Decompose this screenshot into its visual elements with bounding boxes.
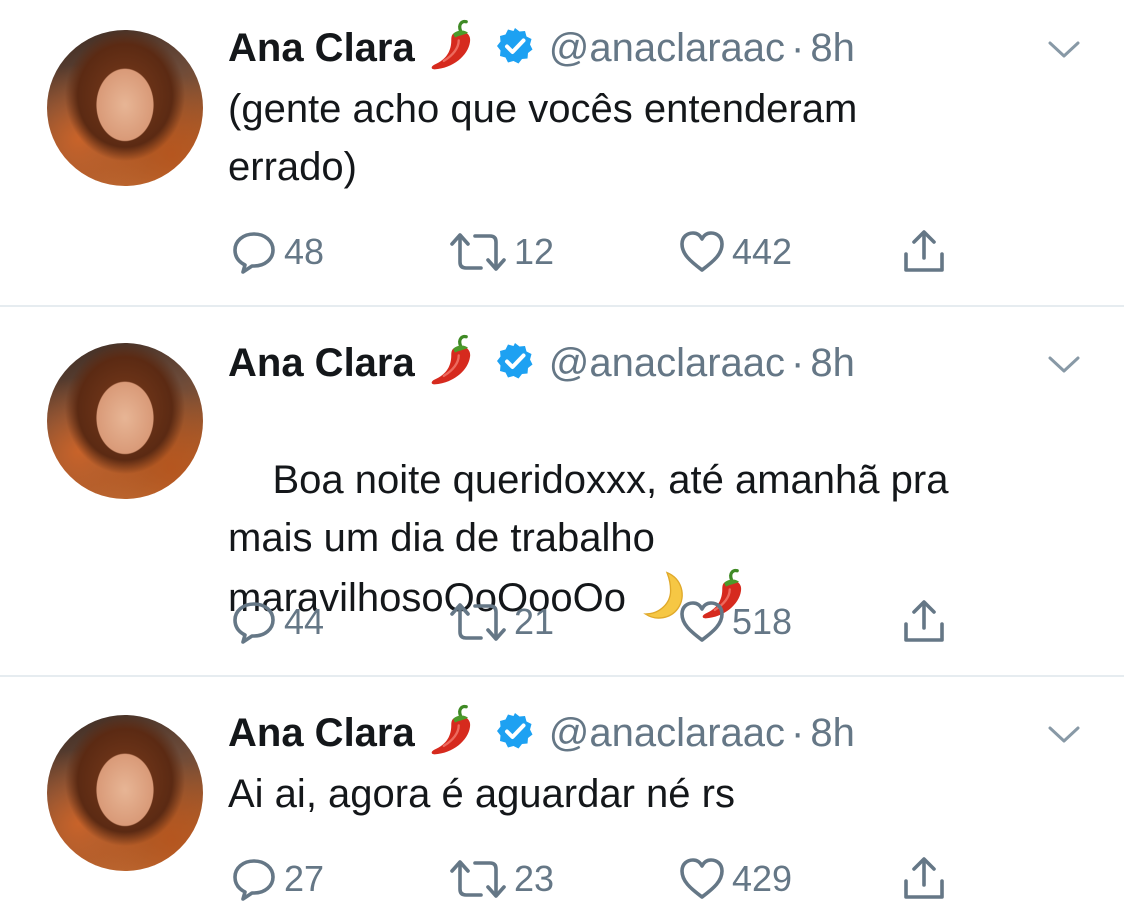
reply-button[interactable]: 48 xyxy=(230,228,324,276)
timestamp[interactable]: 8h xyxy=(810,341,855,386)
retweet-count: 23 xyxy=(514,858,555,899)
reply-button[interactable]: 27 xyxy=(230,855,324,903)
like-button[interactable]: 518 xyxy=(678,598,792,646)
tweet-actions: 48 12 442 xyxy=(0,228,1124,278)
tweet-header: Ana Clara @anaclaraac · 8h xyxy=(228,333,855,393)
heart-icon xyxy=(678,855,726,903)
heart-icon xyxy=(678,598,726,646)
chevron-down-icon[interactable] xyxy=(1044,30,1084,75)
separator: · xyxy=(791,25,805,70)
retweet-count: 21 xyxy=(514,601,555,642)
share-icon xyxy=(900,598,948,646)
reply-count: 48 xyxy=(284,231,325,272)
like-count: 518 xyxy=(732,601,793,642)
reply-button[interactable]: 44 xyxy=(230,598,324,646)
retweet-icon xyxy=(448,228,508,276)
tweet[interactable]: Ana Clara @anaclaraac · 8h Boa noite que… xyxy=(0,307,1124,675)
separator: · xyxy=(791,340,805,385)
tweet-actions: 44 21 518 xyxy=(0,598,1124,648)
tweet-actions: 27 23 429 xyxy=(0,855,1124,905)
separator: · xyxy=(791,710,805,755)
display-name[interactable]: Ana Clara xyxy=(228,341,415,386)
timestamp[interactable]: 8h xyxy=(810,26,855,71)
retweet-icon xyxy=(448,855,508,903)
share-icon xyxy=(900,228,948,276)
retweet-count: 12 xyxy=(514,231,555,272)
reply-count: 44 xyxy=(284,601,325,642)
reply-icon xyxy=(230,855,278,903)
chili-pepper-icon xyxy=(427,18,483,79)
retweet-icon xyxy=(448,598,508,646)
tweet[interactable]: Ana Clara @anaclaraac · 8h (gente acho q… xyxy=(0,0,1124,306)
share-icon xyxy=(900,855,948,903)
retweet-button[interactable]: 12 xyxy=(448,228,554,276)
display-name[interactable]: Ana Clara xyxy=(228,26,415,71)
tweet-text: Ai ai, agora é aguardar né rs xyxy=(228,772,735,816)
like-button[interactable]: 442 xyxy=(678,228,792,276)
tweet-text: Boa noite queridoxxx, até amanhã pra mai… xyxy=(228,458,949,620)
tweet[interactable]: Ana Clara @anaclaraac · 8h Ai ai, agora … xyxy=(0,677,1124,914)
reply-icon xyxy=(230,598,278,646)
avatar[interactable] xyxy=(47,30,203,186)
handle[interactable]: @anaclaraac xyxy=(549,711,785,756)
tweet-header: Ana Clara @anaclaraac · 8h xyxy=(228,18,855,78)
reply-icon xyxy=(230,228,278,276)
avatar[interactable] xyxy=(47,343,203,499)
share-button[interactable] xyxy=(900,855,948,903)
handle[interactable]: @anaclaraac xyxy=(549,26,785,71)
timestamp[interactable]: 8h xyxy=(810,711,855,756)
like-button[interactable]: 429 xyxy=(678,855,792,903)
tweet-header: Ana Clara @anaclaraac · 8h xyxy=(228,703,855,763)
tweet-text: (gente acho que vocês entenderam errado) xyxy=(228,87,858,189)
reply-count: 27 xyxy=(284,858,325,899)
chili-pepper-icon xyxy=(427,703,483,764)
retweet-button[interactable]: 23 xyxy=(448,855,554,903)
verified-badge-icon xyxy=(495,26,535,71)
avatar[interactable] xyxy=(47,715,203,871)
chevron-down-icon[interactable] xyxy=(1044,715,1084,760)
share-button[interactable] xyxy=(900,598,948,646)
verified-badge-icon xyxy=(495,341,535,386)
retweet-button[interactable]: 21 xyxy=(448,598,554,646)
heart-icon xyxy=(678,228,726,276)
handle[interactable]: @anaclaraac xyxy=(549,341,785,386)
share-button[interactable] xyxy=(900,228,948,276)
like-count: 429 xyxy=(732,858,793,899)
chevron-down-icon[interactable] xyxy=(1044,345,1084,390)
tweet-text-block: Boa noite queridoxxx, até amanhã pra mai… xyxy=(228,393,1088,697)
chili-pepper-icon xyxy=(427,333,483,394)
verified-badge-icon xyxy=(495,711,535,756)
display-name[interactable]: Ana Clara xyxy=(228,711,415,756)
like-count: 442 xyxy=(732,231,793,272)
